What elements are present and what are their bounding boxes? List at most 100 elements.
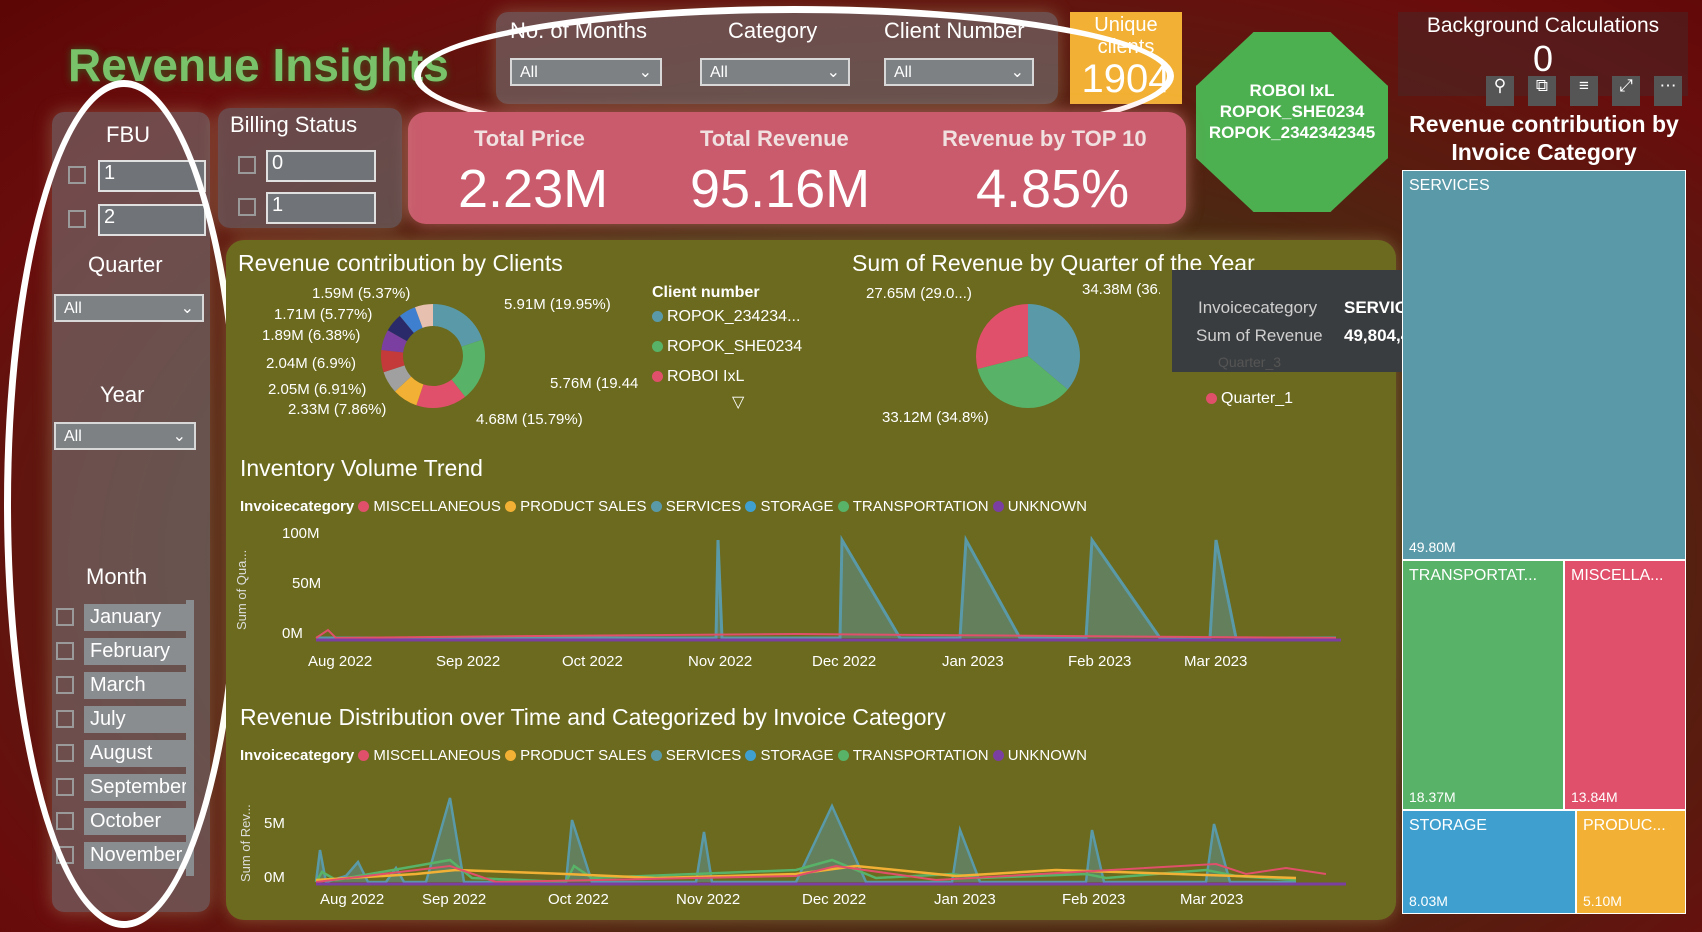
- inventory-legend: Invoicecategory MISCELLANEOUS PRODUCT SA…: [240, 498, 1087, 515]
- legend-title: Invoicecategory: [240, 498, 355, 515]
- legend-item[interactable]: STORAGE: [745, 498, 834, 515]
- distribution-chart: Sum of Rev... 5M 0M Aug 2022 Sep 2022 Oc…: [238, 797, 1346, 908]
- legend-item[interactable]: UNKNOWN: [992, 498, 1087, 515]
- pie-chart: 34.38M (36.14%) 33.12M (34.8%) 27.65M (2…: [866, 282, 1160, 426]
- y-tick: 0M: [264, 869, 285, 886]
- x-tick: Nov 2022: [688, 653, 752, 670]
- legend-item[interactable]: PRODUCT SALES: [505, 498, 647, 515]
- legend-item[interactable]: SERVICES: [650, 747, 741, 764]
- legend-item[interactable]: STORAGE: [745, 747, 834, 764]
- donut-data-label: 1.71M (5.77%): [274, 306, 372, 323]
- donut-title: Revenue contribution by Clients: [238, 250, 563, 276]
- legend-item[interactable]: UNKNOWN: [992, 747, 1087, 764]
- x-tick: Feb 2023: [1062, 891, 1125, 908]
- tooltip-key: Invoicecategory: [1198, 298, 1318, 317]
- donut-legend: Client number ROPOK_234234... ROPOK_SHE0…: [652, 284, 802, 412]
- x-tick: Aug 2022: [320, 891, 384, 908]
- y-axis-label: Sum of Rev...: [238, 804, 253, 882]
- pie-legend-item[interactable]: Quarter_1: [1206, 390, 1293, 408]
- treemap-title: Revenue contribution by Invoice Category: [1409, 111, 1679, 165]
- legend-item[interactable]: TRANSPORTATION: [837, 498, 989, 515]
- inventory-title: Inventory Volume Trend: [240, 455, 483, 481]
- kpi-band: Total Price 2.23M Total Revenue 95.16M R…: [408, 112, 1186, 224]
- donut-data-label: 5.76M (19.44%): [550, 375, 638, 392]
- pie-data-label: 27.65M (29.0...): [866, 285, 972, 302]
- x-tick: Aug 2022: [308, 653, 372, 670]
- x-tick: Oct 2022: [548, 891, 609, 908]
- top10-value: 4.85%: [976, 159, 1130, 219]
- x-tick: Dec 2022: [802, 891, 866, 908]
- total-revenue-value: 95.16M: [690, 159, 871, 219]
- donut-slice[interactable]: [433, 304, 483, 347]
- donut-data-label: 1.59M (5.37%): [312, 285, 410, 302]
- top-clients-octagon: ROBOI IxL ROPOK_SHE0234 ROPOK_2342342345: [1196, 32, 1388, 212]
- donut-data-label: 2.33M (7.86%): [288, 401, 386, 418]
- more-options-icon[interactable]: ⋯: [1654, 76, 1682, 106]
- x-tick: Jan 2023: [934, 891, 996, 908]
- x-tick: Sep 2022: [436, 653, 500, 670]
- y-axis-label: Sum of Qua...: [236, 550, 249, 630]
- top10-label: Revenue by TOP 10: [942, 126, 1147, 151]
- octagon-line: ROBOI IxL: [1249, 81, 1335, 100]
- filter-icon[interactable]: ≡: [1570, 76, 1598, 106]
- donut-data-label: 1.89M (6.38%): [262, 327, 360, 344]
- total-price-label: Total Price: [474, 126, 585, 151]
- billing-checkbox[interactable]: [238, 198, 256, 216]
- donut-data-label: 2.05M (6.91%): [268, 381, 366, 398]
- y-tick: 100M: [282, 525, 320, 542]
- x-tick: Feb 2023: [1068, 653, 1131, 670]
- donut-data-label: 5.91M (19.95%): [504, 296, 611, 313]
- legend-item[interactable]: MISCELLANEOUS: [358, 498, 501, 515]
- copy-icon[interactable]: ⧉: [1528, 76, 1556, 106]
- x-tick: Mar 2023: [1184, 653, 1247, 670]
- donut-chart: 5.91M (19.95%) 5.76M (19.44%) 4.68M (15.…: [262, 285, 638, 428]
- y-tick: 5M: [264, 815, 285, 832]
- distribution-legend: Invoicecategory MISCELLANEOUS PRODUCT SA…: [240, 747, 1087, 764]
- billing-option[interactable]: 1: [266, 192, 376, 224]
- highlight-ellipse: [4, 80, 244, 928]
- billing-label: Billing Status: [230, 112, 358, 137]
- legend-title: Invoicecategory: [240, 747, 355, 764]
- x-tick: Dec 2022: [812, 653, 876, 670]
- billing-checkbox[interactable]: [238, 156, 256, 174]
- x-tick: Nov 2022: [676, 891, 740, 908]
- donut-legend-title: Client number: [652, 284, 760, 301]
- pie-data-label: 34.38M (36.14%): [1082, 282, 1160, 298]
- inventory-chart: Sum of Qua... 100M 50M 0M Aug 2022 Sep 2…: [236, 525, 1341, 670]
- distribution-title: Revenue Distribution over Time and Categ…: [240, 704, 946, 730]
- legend-item[interactable]: ROBOI IxL: [652, 368, 802, 386]
- x-tick: Mar 2023: [1180, 891, 1243, 908]
- background-calculations-label: Background Calculations: [1426, 14, 1660, 37]
- treemap-cell-storage[interactable]: STORAGE 8.03M: [1402, 810, 1576, 914]
- treemap-cell-product-sales[interactable]: PRODUC... 5.10M: [1576, 810, 1686, 914]
- octagon-line: ROPOK_SHE0234: [1219, 102, 1365, 121]
- tooltip-key: Sum of Revenue: [1196, 326, 1323, 345]
- total-price-value: 2.23M: [458, 159, 609, 219]
- x-tick: Jan 2023: [942, 653, 1004, 670]
- legend-item[interactable]: ROPOK_SHE0234: [652, 338, 802, 356]
- legend-item[interactable]: PRODUCT SALES: [505, 747, 647, 764]
- donut-data-label: 2.04M (6.9%): [266, 355, 356, 372]
- y-tick: 50M: [292, 575, 321, 592]
- services-area: [316, 534, 1336, 640]
- pin-icon[interactable]: ⚲: [1486, 76, 1514, 106]
- x-tick: Sep 2022: [422, 891, 486, 908]
- treemap-cell-transportation[interactable]: TRANSPORTAT... 18.37M: [1402, 560, 1564, 810]
- billing-option[interactable]: 0: [266, 150, 376, 182]
- legend-item[interactable]: SERVICES: [650, 498, 741, 515]
- octagon-line: ROPOK_2342342345: [1208, 123, 1376, 142]
- treemap-cell-miscellaneous[interactable]: MISCELLA... 13.84M: [1564, 560, 1686, 810]
- focus-mode-icon[interactable]: ⤢: [1612, 76, 1640, 106]
- treemap-cell-services[interactable]: SERVICES 49.80M: [1402, 170, 1686, 560]
- legend-item[interactable]: MISCELLANEOUS: [358, 747, 501, 764]
- y-tick: 0M: [282, 625, 303, 642]
- background-calculations-value: 0: [1532, 38, 1554, 79]
- pie-data-label: 33.12M (34.8%): [882, 409, 989, 426]
- treemap: SERVICES 49.80M TRANSPORTAT... 18.37M MISC…: [1402, 170, 1686, 914]
- chevron-down-icon[interactable]: ▽: [732, 392, 802, 412]
- donut-data-label: 4.68M (15.79%): [476, 411, 583, 428]
- tooltip-partial-legend: Quarter_3: [1218, 354, 1282, 370]
- legend-item[interactable]: TRANSPORTATION: [837, 747, 989, 764]
- x-tick: Oct 2022: [562, 653, 623, 670]
- legend-item[interactable]: ROPOK_234234...: [652, 308, 802, 326]
